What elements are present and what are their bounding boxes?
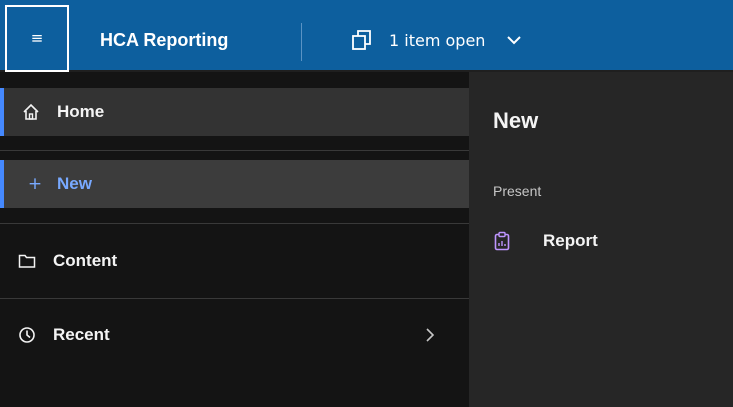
sidebar-item-new[interactable]: + New (0, 160, 469, 208)
panel-title: New (493, 108, 539, 133)
top-header-bar: ≡ HCA Reporting 1 item open (0, 0, 733, 72)
stacked-windows-icon (352, 30, 371, 50)
clock-icon (19, 327, 35, 343)
hamburger-menu-icon: ≡ (30, 29, 44, 47)
menu-toggle-button[interactable]: ≡ (5, 5, 69, 72)
plus-icon: + (27, 174, 43, 194)
app-title[interactable]: HCA Reporting (100, 30, 228, 51)
report-clipboard-icon (494, 231, 510, 251)
sidebar-item-recent[interactable]: Recent (0, 310, 469, 360)
sidebar-divider (0, 223, 469, 224)
open-items-label: 1 item open (389, 30, 486, 50)
sidebar-item-label: Home (57, 102, 105, 121)
sidebar-item-home[interactable]: Home (0, 88, 469, 136)
sidebar-item-content[interactable]: Content (0, 236, 469, 286)
navigation-sidebar: Home + New Content Recent (0, 72, 469, 407)
chevron-down-icon (507, 36, 522, 45)
open-items-switcher[interactable]: 1 item open (350, 26, 522, 54)
header-divider (301, 23, 302, 61)
sidebar-divider (0, 298, 469, 299)
sidebar-item-label: Recent (53, 325, 110, 344)
home-icon (23, 103, 39, 120)
new-flyout-panel: New Present Report (469, 72, 733, 407)
folder-icon (18, 254, 36, 268)
create-report-item[interactable]: Report (493, 228, 713, 254)
sidebar-item-label: New (57, 174, 92, 193)
create-report-label: Report (543, 231, 598, 250)
sidebar-item-label: Content (53, 251, 118, 270)
chevron-right-icon (426, 328, 435, 342)
section-label-present: Present (493, 183, 542, 199)
sidebar-divider (0, 150, 469, 151)
